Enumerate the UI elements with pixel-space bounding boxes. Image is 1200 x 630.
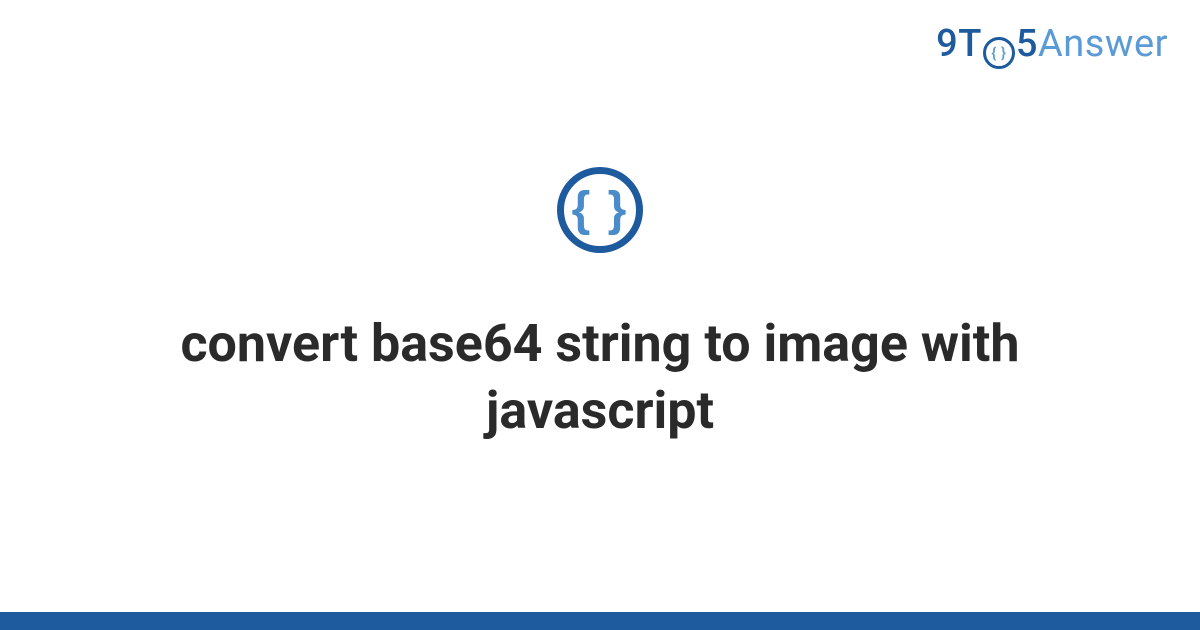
page-title: convert base64 string to image with java… bbox=[120, 311, 1080, 444]
code-braces-icon: { } bbox=[557, 167, 643, 253]
braces-glyph: { } bbox=[572, 186, 629, 234]
footer-accent-bar bbox=[0, 612, 1200, 630]
main-content: { } convert base64 string to image with … bbox=[0, 0, 1200, 612]
